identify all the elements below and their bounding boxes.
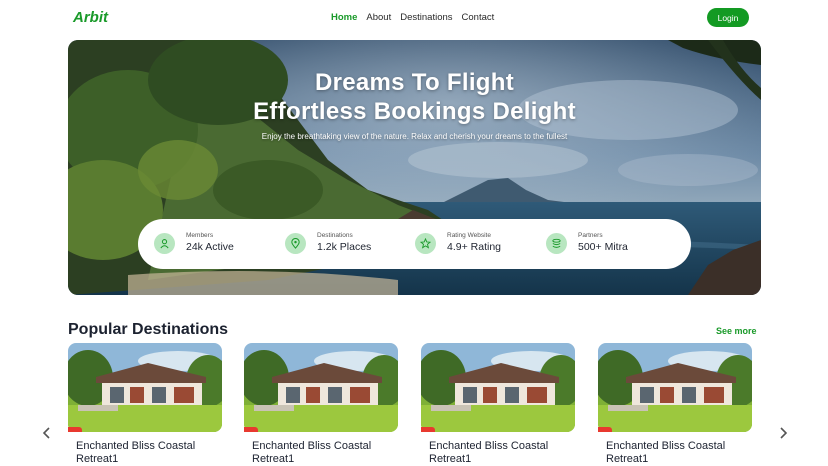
destination-tag (244, 427, 258, 432)
top-nav: Arbit Home About Destinations Contact Lo… (0, 0, 828, 36)
stats-bar: Members 24k Active Destinations 1.2k Pla… (138, 219, 691, 269)
carousel-next-button[interactable] (776, 424, 790, 442)
nav-link-contact[interactable]: Contact (462, 12, 495, 23)
stat-value: 500+ Mitra (578, 241, 628, 253)
location-pin-icon (285, 233, 306, 254)
destination-image (598, 343, 752, 432)
see-more-link[interactable]: See more (716, 326, 757, 336)
nav-link-home[interactable]: Home (331, 12, 357, 23)
destination-name[interactable]: Enchanted Bliss Coastal Retreat1 (252, 440, 398, 466)
destination-card[interactable]: Enchanted Bliss Coastal Retreat1 (598, 343, 753, 466)
hero-title-line-2: Effortless Bookings Delight (253, 98, 576, 125)
login-button[interactable]: Login (707, 8, 749, 27)
chevron-left-icon (42, 427, 50, 439)
destination-card[interactable]: Enchanted Bliss Coastal Retreat1 (244, 343, 399, 466)
destination-image (421, 343, 575, 432)
destination-image (244, 343, 398, 432)
destination-tag (421, 427, 435, 432)
layers-icon (546, 233, 567, 254)
hero-subtitle: Enjoy the breathtaking view of the natur… (261, 132, 568, 141)
stat-label: Rating Website (447, 232, 491, 239)
stat-value: 24k Active (186, 241, 234, 253)
destination-name[interactable]: Enchanted Bliss Coastal Retreat1 (429, 440, 575, 466)
chevron-right-icon (780, 427, 788, 439)
stat-value: 4.9+ Rating (447, 241, 501, 253)
stat-label: Destinations (317, 232, 353, 239)
brand-logo[interactable]: Arbit (73, 9, 108, 26)
nav-link-about[interactable]: About (366, 12, 391, 23)
stat-label: Partners (578, 232, 603, 239)
destination-image (68, 343, 222, 432)
hero-banner: Dreams To Flight Effortless Bookings Del… (68, 40, 761, 295)
stat-label: Members (186, 232, 214, 239)
destination-name[interactable]: Enchanted Bliss Coastal Retreat1 (606, 440, 752, 466)
destination-tag (598, 427, 612, 432)
star-icon (415, 233, 436, 254)
nav-menu: Home About Destinations Contact (331, 12, 494, 23)
destination-name[interactable]: Enchanted Bliss Coastal Retreat1 (76, 440, 222, 466)
nav-link-destinations[interactable]: Destinations (400, 12, 452, 23)
section-title: Popular Destinations (68, 321, 229, 338)
hero-title-line-1: Dreams To Flight (314, 69, 515, 96)
destination-card[interactable]: Enchanted Bliss Coastal Retreat1 (68, 343, 223, 466)
user-icon (154, 233, 175, 254)
stat-value: 1.2k Places (317, 241, 372, 253)
destination-card[interactable]: Enchanted Bliss Coastal Retreat1 (421, 343, 576, 466)
destination-tag (68, 427, 82, 432)
carousel-prev-button[interactable] (40, 424, 54, 442)
